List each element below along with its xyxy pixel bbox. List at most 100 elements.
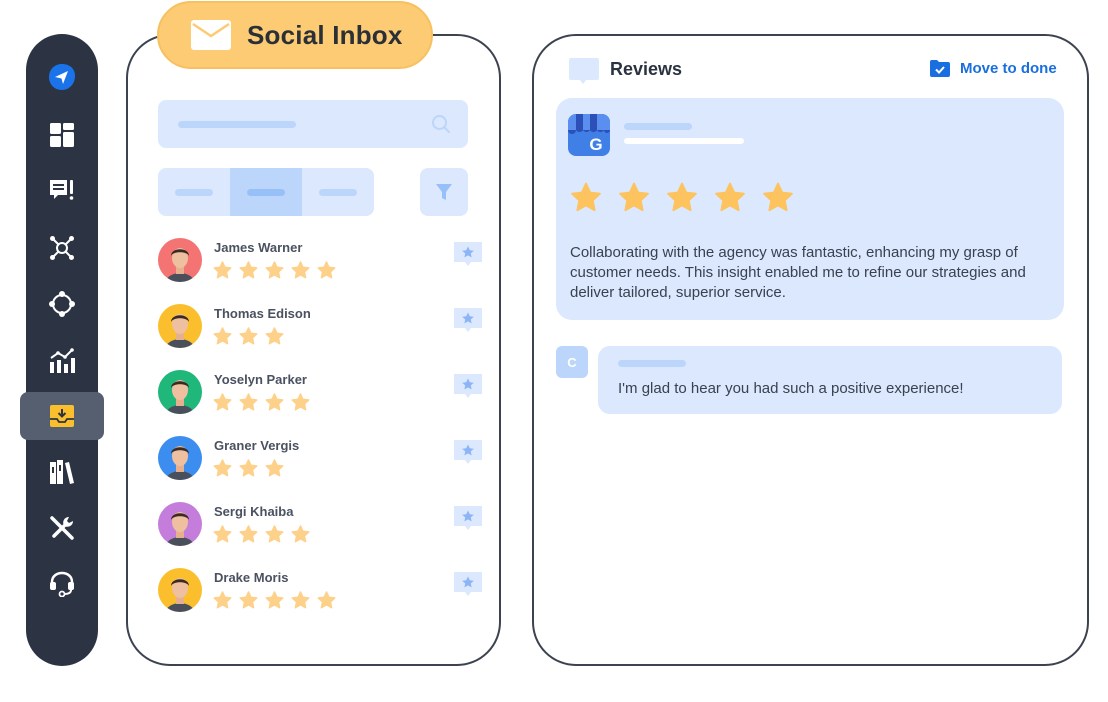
tab-label-placeholder bbox=[319, 188, 357, 196]
star-icon bbox=[265, 327, 284, 345]
avatar bbox=[158, 568, 202, 612]
send-icon bbox=[49, 64, 75, 90]
reply-message: I'm glad to hear you had such a positive… bbox=[598, 346, 1062, 414]
star-icon bbox=[239, 261, 258, 279]
star-icon bbox=[317, 591, 336, 609]
sidebar bbox=[20, 34, 104, 666]
review-badge-icon[interactable] bbox=[454, 308, 482, 341]
contact-rating bbox=[213, 591, 336, 610]
reply-text: I'm glad to hear you had such a positive… bbox=[618, 380, 964, 397]
contact-list-item[interactable]: Yoselyn Parker bbox=[158, 370, 488, 422]
star-icon bbox=[291, 393, 310, 411]
svg-text:G: G bbox=[589, 135, 602, 154]
star-icon bbox=[265, 393, 284, 411]
inbox-tray-icon bbox=[50, 405, 74, 427]
sidebar-item-analytics[interactable] bbox=[26, 337, 98, 385]
contact-name: Graner Vergis bbox=[214, 438, 300, 453]
contact-rating bbox=[213, 525, 310, 544]
star-icon bbox=[619, 182, 649, 212]
review-badge-icon[interactable] bbox=[454, 440, 482, 473]
nodes-icon bbox=[49, 291, 75, 317]
contact-list-item[interactable]: Graner Vergis bbox=[158, 436, 488, 488]
review-badge-icon[interactable] bbox=[454, 374, 482, 407]
review-badge-icon[interactable] bbox=[454, 506, 482, 539]
feedback-icon bbox=[50, 180, 74, 200]
star-icon bbox=[763, 182, 793, 212]
tab-2[interactable] bbox=[230, 168, 302, 216]
contact-name: Thomas Edison bbox=[214, 306, 311, 321]
headset-support-icon bbox=[50, 571, 74, 597]
analytics-chart-icon bbox=[50, 348, 75, 373]
folder-check-icon bbox=[930, 60, 950, 77]
contact-name: Sergi Khaiba bbox=[214, 504, 294, 519]
review-badge-icon[interactable] bbox=[454, 572, 482, 605]
avatar bbox=[158, 436, 202, 480]
contact-list-item[interactable]: Thomas Edison bbox=[158, 304, 488, 356]
contact-rating bbox=[213, 459, 284, 478]
reply-avatar: C bbox=[556, 346, 588, 378]
sidebar-item-feedback[interactable] bbox=[26, 167, 98, 215]
star-icon bbox=[317, 261, 336, 279]
tab-3[interactable] bbox=[302, 168, 374, 216]
review-card: G Collaborating with the agency was fant… bbox=[556, 98, 1064, 320]
search-icon[interactable] bbox=[431, 114, 451, 134]
reviews-title: Reviews bbox=[610, 59, 683, 79]
sidebar-item-tools[interactable] bbox=[26, 504, 98, 552]
sidebar-item-library[interactable] bbox=[26, 448, 98, 496]
star-icon bbox=[213, 591, 232, 609]
dashboard-grid-icon bbox=[50, 123, 74, 147]
filter-funnel-icon bbox=[436, 184, 452, 200]
filter-button[interactable] bbox=[420, 168, 468, 216]
star-icon bbox=[213, 525, 232, 543]
tools-icon bbox=[50, 516, 74, 540]
sidebar-item-connections[interactable] bbox=[26, 280, 98, 328]
contact-name: Drake Moris bbox=[214, 570, 289, 585]
star-icon bbox=[239, 393, 258, 411]
network-hub-icon bbox=[50, 236, 74, 260]
segmented-tabs bbox=[158, 168, 374, 216]
star-icon bbox=[213, 327, 232, 345]
star-icon bbox=[213, 393, 232, 411]
sidebar-item-dashboard[interactable] bbox=[26, 111, 98, 159]
contact-list-item[interactable]: Sergi Khaiba bbox=[158, 502, 488, 554]
page-title: Social Inbox bbox=[247, 19, 403, 50]
star-icon bbox=[239, 525, 258, 543]
tab-label-placeholder bbox=[247, 188, 285, 196]
google-my-business-icon: G bbox=[568, 114, 610, 156]
review-badge-icon[interactable] bbox=[454, 242, 482, 275]
contact-list-item[interactable]: James Warner bbox=[158, 238, 488, 290]
star-icon bbox=[265, 525, 284, 543]
sidebar-item-network[interactable] bbox=[26, 224, 98, 272]
avatar bbox=[158, 502, 202, 546]
title-badge: Social Inbox bbox=[157, 1, 433, 69]
star-icon bbox=[239, 459, 258, 477]
star-icon bbox=[239, 327, 258, 345]
move-to-done-label: Move to done bbox=[960, 60, 1057, 77]
star-icon bbox=[715, 182, 745, 212]
star-icon bbox=[571, 182, 601, 212]
avatar bbox=[158, 238, 202, 282]
avatar bbox=[158, 304, 202, 348]
star-icon bbox=[667, 182, 697, 212]
sidebar-item-inbox[interactable] bbox=[20, 392, 104, 440]
tab-label-placeholder bbox=[175, 188, 213, 196]
review-date-placeholder bbox=[624, 138, 744, 144]
star-icon bbox=[265, 459, 284, 477]
contact-list-item[interactable]: Drake Moris bbox=[158, 568, 488, 620]
contact-rating bbox=[213, 327, 284, 346]
star-icon bbox=[291, 261, 310, 279]
star-icon bbox=[265, 591, 284, 609]
tab-1[interactable] bbox=[158, 168, 230, 216]
star-icon bbox=[239, 591, 258, 609]
library-books-icon bbox=[50, 460, 74, 484]
search-input[interactable] bbox=[158, 100, 468, 148]
star-icon bbox=[291, 591, 310, 609]
contact-rating bbox=[213, 393, 310, 412]
sidebar-item-support[interactable] bbox=[26, 560, 98, 608]
contact-rating bbox=[213, 261, 336, 280]
review-rating bbox=[570, 182, 794, 214]
reply-author-placeholder bbox=[618, 360, 686, 367]
sidebar-item-home[interactable] bbox=[26, 53, 98, 101]
star-icon bbox=[213, 459, 232, 477]
move-to-done-button[interactable]: Move to done bbox=[930, 60, 1057, 77]
